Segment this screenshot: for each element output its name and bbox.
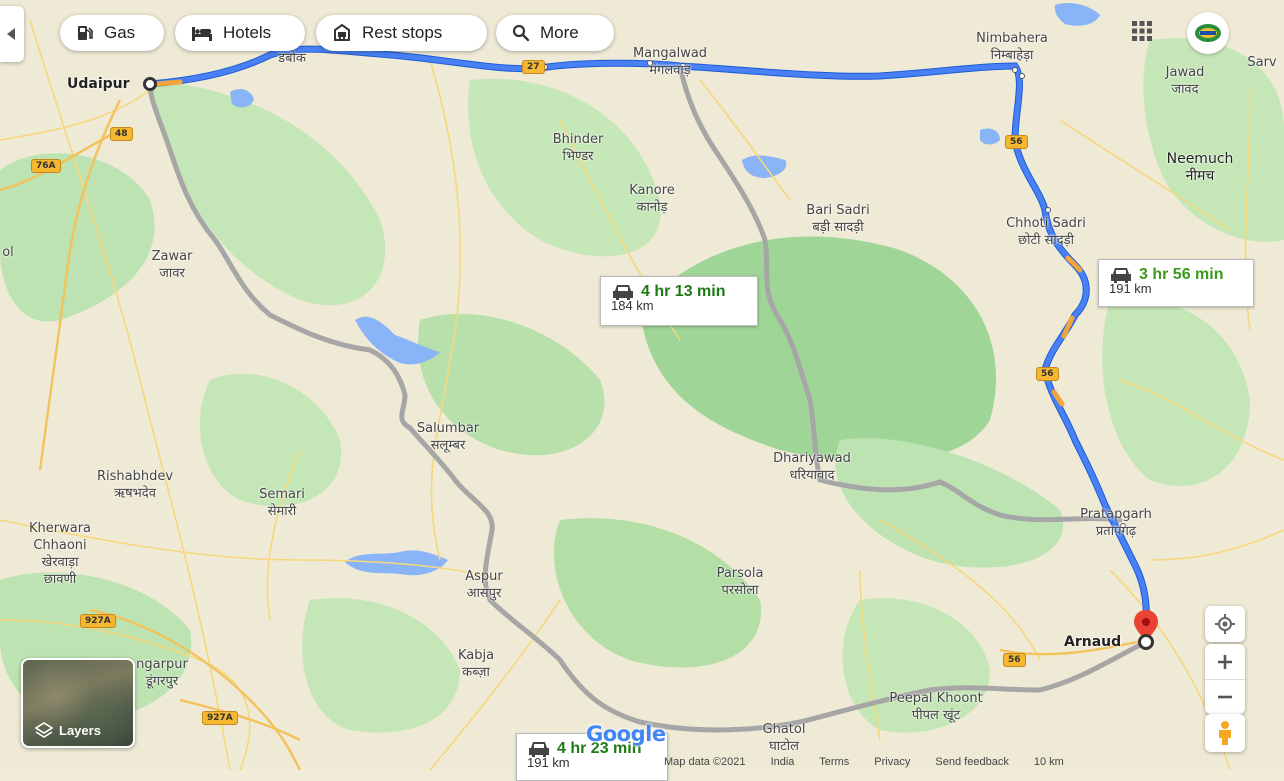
route-time: 3 hr 56 min: [1139, 266, 1224, 283]
search-icon: [512, 24, 530, 42]
apps-grid-icon[interactable]: [1131, 20, 1153, 42]
shield-nh56-b: 56: [1036, 367, 1059, 381]
place-kanore: Kanore कानोड़: [629, 183, 675, 215]
pegman-icon: [1219, 721, 1231, 745]
my-location-icon: [1215, 614, 1235, 634]
shield-nh48: 48: [110, 127, 133, 141]
account-avatar[interactable]: [1187, 12, 1229, 54]
region-link[interactable]: India: [771, 756, 795, 768]
rest-stops-chip[interactable]: Rest stops: [316, 15, 487, 51]
layers-icon: [35, 722, 53, 738]
place-bari-sadri: Bari Sadri बड़ी सादड़ी: [806, 203, 870, 235]
place-aspur: Aspur आसपुर: [465, 569, 503, 601]
gas-station-icon: [78, 26, 93, 40]
place-sarv: Sarv: [1247, 55, 1277, 70]
place-chhoti-sadri: Chhoti Sadri छोटी सादड़ी: [1006, 216, 1086, 248]
place-peepal-khoont: Peepal Khoont पीपल खूंट: [889, 691, 983, 723]
my-location-button[interactable]: [1205, 606, 1245, 642]
shield-nh76a: 76A: [31, 159, 61, 173]
send-feedback-link[interactable]: Send feedback: [935, 756, 1008, 768]
account-logo-icon: [1195, 24, 1221, 42]
place-salumbar: Salumbar सलूम्बर: [416, 421, 480, 453]
place-dungarpur: ngarpur डूंगरपुर: [136, 657, 188, 689]
terms-link[interactable]: Terms: [819, 756, 849, 768]
google-logo: Google: [586, 722, 666, 746]
collapse-panel-button[interactable]: [0, 6, 24, 62]
hotel-bed-icon: [192, 27, 212, 41]
place-semari: Semari सेमारी: [259, 487, 305, 519]
zoom-in-button[interactable]: [1205, 644, 1245, 680]
map-canvas[interactable]: [0, 0, 1284, 771]
shield-nh27: 27: [522, 60, 545, 74]
place-kabja: Kabja कब्ज़ा: [457, 648, 495, 680]
gas-chip[interactable]: Gas: [60, 15, 164, 51]
hotels-chip[interactable]: Hotels: [175, 15, 305, 51]
shield-nh927a-2: 927A: [202, 711, 238, 725]
origin-marker[interactable]: [143, 77, 157, 91]
plus-icon: [1218, 654, 1232, 669]
street-view-button[interactable]: [1205, 714, 1245, 752]
rest-stop-icon: [334, 24, 350, 41]
place-pratapgarh: Pratapgarh प्रतापगढ़: [1080, 507, 1152, 539]
place-ol: ol: [2, 245, 14, 260]
map-footer: Map data ©2021 India Terms Privacy Send …: [664, 756, 1086, 768]
place-dhariyawad: Dhariyawad धरियावाद: [773, 451, 851, 483]
map-svg: [0, 0, 1284, 771]
layers-button[interactable]: Layers: [21, 658, 135, 748]
place-parsola: Parsola परसोला: [716, 566, 764, 598]
destination-marker[interactable]: [1138, 634, 1154, 650]
hotels-label: Hotels: [223, 23, 272, 42]
layers-label: Layers: [59, 722, 101, 738]
place-ghatol: Ghatol घाटोल: [762, 722, 806, 754]
shield-nh56-c: 56: [1003, 653, 1026, 667]
place-rishabhdev: Rishabhdev ऋषभदेव: [96, 469, 174, 501]
more-chip[interactable]: More: [496, 15, 614, 51]
chevron-left-icon: [7, 28, 15, 40]
destination-label: Arnaud: [1064, 634, 1122, 650]
shield-nh56-a: 56: [1005, 135, 1028, 149]
more-label: More: [540, 23, 579, 42]
origin-label: Udaipur: [67, 76, 130, 92]
place-dabok: डबोक: [278, 51, 306, 66]
place-zawar: Zawar जावर: [151, 249, 193, 281]
place-nimbahera: Nimbahera निम्बाहेड़ा: [976, 31, 1048, 63]
gas-label: Gas: [104, 23, 136, 42]
minus-icon: [1218, 695, 1232, 699]
map-data-credit: Map data ©2021: [664, 756, 746, 768]
route-time: 4 hr 13 min: [641, 283, 726, 300]
place-neemuch: Neemuch नीमच: [1166, 151, 1234, 184]
place-mangalwad: Mangalwad मंगलवाड़: [632, 46, 708, 78]
shield-nh927a-1: 927A: [80, 614, 116, 628]
rest-stops-label: Rest stops: [362, 23, 443, 42]
route-box-primary[interactable]: 3 hr 56 min 191 km: [1098, 259, 1254, 307]
zoom-out-button[interactable]: [1205, 680, 1245, 714]
route-box-alt-1[interactable]: 4 hr 13 min 184 km: [600, 276, 758, 326]
zoom-controls: [1205, 644, 1245, 714]
privacy-link[interactable]: Privacy: [874, 756, 910, 768]
scale-label: 10 km: [1033, 756, 1064, 768]
place-jawad: Jawad जावद: [1165, 65, 1205, 97]
place-kherwara: Kherwara Chhaoni खेरवाड़ा छावणी: [28, 521, 92, 587]
place-bhinder: Bhinder भिण्डर: [552, 132, 604, 164]
